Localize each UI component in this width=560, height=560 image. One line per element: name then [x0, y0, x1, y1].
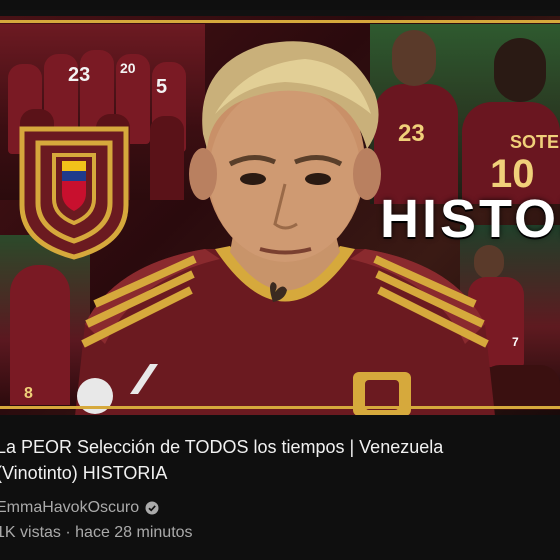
video-thumbnail[interactable]: 23 20 5 23 10 8 7 SOTE HISTO	[0, 10, 560, 415]
verified-check-icon	[145, 501, 159, 515]
upload-age: hace 28 minutos	[75, 524, 193, 541]
thumbnail-top-strip	[0, 10, 560, 16]
gold-border-bottom	[0, 406, 560, 409]
jersey-name: SOTELDO	[510, 132, 560, 152]
channel-name[interactable]: EmmaHavokOscuro	[0, 499, 139, 517]
thumbnail-headline: HISTORIA	[380, 189, 560, 249]
video-metadata: La PEOR Selección de TODOS los tiempos |…	[0, 415, 560, 560]
stats-separator: ·	[60, 524, 76, 541]
player-number: 8	[24, 385, 33, 402]
view-count: 1K vistas	[0, 524, 61, 541]
channel-row[interactable]: EmmaHavokOscuro	[0, 497, 159, 519]
video-stats: 1K vistas · hace 28 minutos	[0, 524, 193, 542]
federation-shield-logo	[19, 126, 129, 260]
video-title[interactable]: La PEOR Selección de TODOS los tiempos |…	[0, 434, 560, 486]
gold-border-top	[0, 20, 560, 23]
player-number: 7	[512, 335, 519, 349]
